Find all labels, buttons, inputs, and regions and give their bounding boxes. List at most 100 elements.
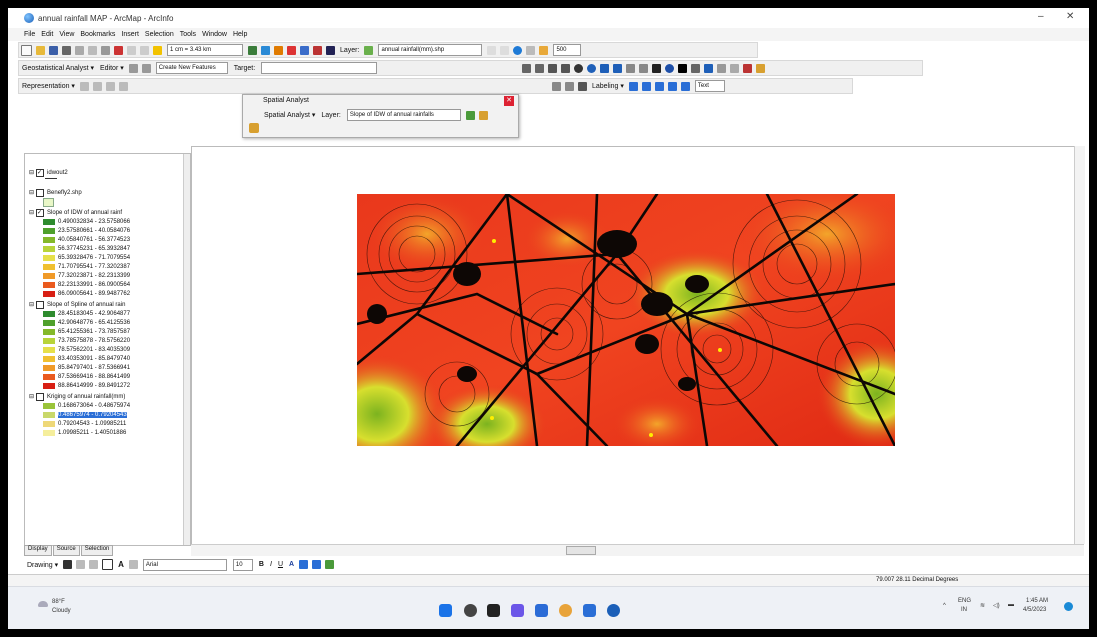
fill-color-icon[interactable] xyxy=(299,560,309,569)
full-extent-icon[interactable] xyxy=(587,63,597,73)
back-extent-icon[interactable] xyxy=(600,63,610,73)
chat-icon[interactable] xyxy=(511,604,524,617)
rotate-icon[interactable] xyxy=(76,560,86,569)
select-features-icon[interactable] xyxy=(626,63,636,73)
zoom-whole-page-icon[interactable] xyxy=(89,560,99,569)
battery-icon[interactable]: ▬ xyxy=(1008,602,1014,608)
zoom-in-icon[interactable] xyxy=(522,63,532,73)
store-icon[interactable] xyxy=(583,604,596,617)
toc-class-row-selected[interactable]: 0.48675974 - 0.79204543 xyxy=(43,410,127,419)
clock-time[interactable]: 1:45 AM xyxy=(1026,598,1048,604)
wifi-icon[interactable]: ≋ xyxy=(980,602,985,609)
arcmap-taskbar-icon[interactable] xyxy=(607,604,620,617)
edit-tool-icon[interactable] xyxy=(128,63,138,73)
tab-display[interactable]: Display xyxy=(24,545,52,556)
copy-icon[interactable] xyxy=(88,45,97,55)
italic-icon[interactable]: I xyxy=(270,561,272,568)
volume-icon[interactable]: ◁) xyxy=(993,602,1000,609)
layer-combo[interactable]: annual rainfall(mm).shp xyxy=(378,44,483,56)
html-popup-icon[interactable] xyxy=(743,63,753,73)
browser-icon[interactable] xyxy=(559,604,572,617)
weather-temp[interactable]: 88°F xyxy=(52,599,65,605)
measure-icon[interactable] xyxy=(717,63,727,73)
editor-menu[interactable]: Editor ▾ xyxy=(100,64,124,72)
chevron-up-icon[interactable]: ^ xyxy=(943,603,946,609)
zoom-combo[interactable]: 500 xyxy=(553,44,582,56)
menu-insert[interactable]: Insert xyxy=(121,31,139,38)
menu-view[interactable]: View xyxy=(59,31,74,38)
spatial-analyst-menu[interactable]: Spatial Analyst ▾ xyxy=(264,111,315,119)
spatial-layer-combo[interactable]: Slope of IDW of annual rainfalls xyxy=(346,109,461,121)
cut-icon[interactable] xyxy=(75,45,84,55)
rep-tool-icon[interactable] xyxy=(79,81,89,91)
select-elements-draw-icon[interactable] xyxy=(63,560,73,569)
task-view-icon[interactable] xyxy=(487,604,500,617)
goto-xy-icon[interactable] xyxy=(704,63,714,73)
map-vertical-scrollbar[interactable] xyxy=(1074,146,1085,544)
contour-icon[interactable] xyxy=(478,110,488,120)
menu-edit[interactable]: Edit xyxy=(41,31,53,38)
editor-toolbar-icon[interactable] xyxy=(248,45,257,55)
toc-layer-slope-spline[interactable]: ⊟ Slope of Spline of annual rain xyxy=(29,300,125,309)
minimize-button[interactable]: – xyxy=(1038,11,1044,22)
close-button[interactable]: ✕ xyxy=(1066,11,1074,22)
arrow-icon[interactable] xyxy=(487,45,497,55)
view-unplaced-icon[interactable] xyxy=(680,81,690,91)
print-layout-icon[interactable] xyxy=(577,81,587,91)
menu-bookmarks[interactable]: Bookmarks xyxy=(80,31,115,38)
font-color-icon[interactable]: A xyxy=(289,561,294,568)
toc-layer-idwout2[interactable]: ⊟ ✓ idwout2 xyxy=(29,168,68,177)
label-weights-icon[interactable] xyxy=(654,81,664,91)
map-horizontal-scroll-thumb[interactable] xyxy=(566,546,596,555)
weather-desc[interactable]: Cloudy xyxy=(52,608,71,614)
spatial-analyst-close-button[interactable]: ✕ xyxy=(504,96,514,106)
clock-date[interactable]: 4/5/2023 xyxy=(1023,607,1046,613)
representation-menu[interactable]: Representation ▾ xyxy=(22,82,75,90)
open-icon[interactable] xyxy=(36,45,45,55)
rectangle-icon[interactable] xyxy=(102,559,114,570)
pan-icon[interactable] xyxy=(574,63,584,73)
model-builder-icon[interactable] xyxy=(326,45,335,55)
paste-icon[interactable] xyxy=(101,45,110,55)
language-sub-label[interactable]: IN xyxy=(961,607,967,613)
underline-icon[interactable]: U xyxy=(278,561,283,568)
select-elements-icon[interactable] xyxy=(652,63,662,73)
sketch-tool-icon[interactable] xyxy=(141,63,151,73)
catalog-icon[interactable] xyxy=(274,45,283,55)
find-route-icon[interactable] xyxy=(691,63,701,73)
menu-selection[interactable]: Selection xyxy=(145,31,174,38)
identify-icon[interactable] xyxy=(665,63,675,73)
target-combo[interactable] xyxy=(261,62,378,74)
tab-selection[interactable]: Selection xyxy=(80,545,114,556)
marker-color-icon[interactable] xyxy=(325,560,335,569)
rep-tool4-icon[interactable] xyxy=(118,81,128,91)
dropdown-icon[interactable] xyxy=(526,45,536,55)
clear-selection-icon[interactable] xyxy=(639,63,649,73)
drawing-menu[interactable]: Drawing ▾ xyxy=(27,561,58,569)
label-priority-icon[interactable] xyxy=(641,81,651,91)
hyperlink-icon[interactable] xyxy=(730,63,740,73)
bold-icon[interactable]: B xyxy=(259,561,264,568)
geostatistical-analyst-menu[interactable]: Geostatistical Analyst ▾ xyxy=(22,64,94,72)
magnifier-icon[interactable] xyxy=(539,45,549,55)
distribute-icon[interactable] xyxy=(564,81,574,91)
print-icon[interactable] xyxy=(62,45,71,55)
menu-window[interactable]: Window xyxy=(202,31,227,38)
fixed-zoom-out-icon[interactable] xyxy=(561,63,571,73)
align-icon[interactable] xyxy=(551,81,561,91)
toc-scrollbar[interactable] xyxy=(183,154,190,545)
callout-icon[interactable] xyxy=(128,560,138,569)
menu-tools[interactable]: Tools xyxy=(180,31,196,38)
file-explorer-icon[interactable] xyxy=(535,604,548,617)
python-icon[interactable] xyxy=(313,45,322,55)
toc-layer-kriging[interactable]: ⊟ Kriging of annual rainfall(mm) xyxy=(29,392,125,401)
delete-icon[interactable] xyxy=(114,45,123,55)
line-color-icon[interactable] xyxy=(312,560,322,569)
start-icon[interactable] xyxy=(439,604,452,617)
notification-icon[interactable] xyxy=(1064,602,1073,611)
forward-extent-icon[interactable] xyxy=(613,63,623,73)
rep-tool2-icon[interactable] xyxy=(92,81,102,91)
plus-icon[interactable] xyxy=(500,45,510,55)
labeling-menu[interactable]: Labeling ▾ xyxy=(592,82,624,90)
redo-icon[interactable] xyxy=(140,45,149,55)
